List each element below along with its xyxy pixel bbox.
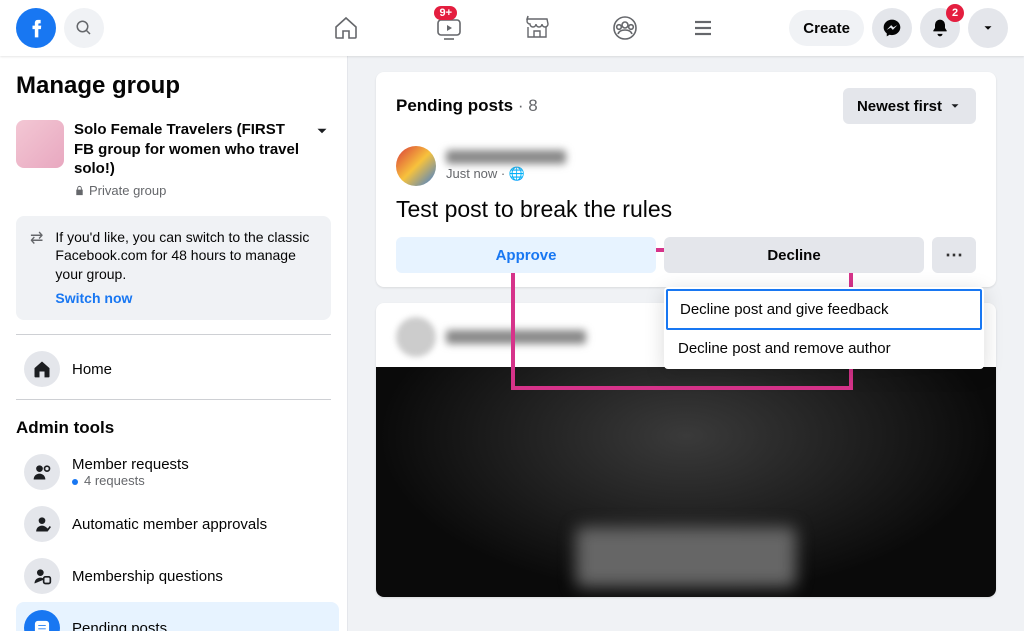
home-icon — [24, 351, 60, 387]
sort-dropdown[interactable]: Newest first — [843, 88, 976, 124]
group-avatar — [16, 120, 64, 168]
group-selector[interactable]: Solo Female Travelers (FIRST FB group fo… — [16, 114, 339, 206]
chevron-down-icon[interactable] — [313, 122, 331, 140]
switch-text: If you'd like, you can switch to the cla… — [55, 228, 317, 285]
switch-classic-card: ⇄ If you'd like, you can switch to the c… — [16, 216, 331, 321]
decline-remove-author-option[interactable]: Decline post and remove author — [666, 330, 982, 367]
approve-button[interactable]: Approve — [396, 237, 656, 273]
sidebar-title: Manage group — [16, 72, 339, 100]
post-more-button[interactable]: ⋯ — [932, 237, 976, 273]
lock-icon — [74, 185, 85, 196]
watch-badge: 9+ — [434, 6, 457, 20]
search-button[interactable] — [64, 8, 104, 48]
admin-tools-heading: Admin tools — [16, 408, 339, 446]
chevron-down-icon — [948, 99, 962, 113]
divider — [16, 334, 331, 335]
account-dropdown-button[interactable] — [968, 8, 1008, 48]
pending-posts-card: Pending posts · 8 Newest first Just now … — [376, 72, 996, 287]
sidebar-item-label: Home — [72, 361, 112, 378]
create-button[interactable]: Create — [789, 10, 864, 46]
group-privacy: Private group — [74, 183, 331, 198]
messenger-button[interactable] — [872, 8, 912, 48]
sidebar: Manage group Solo Female Travelers (FIRS… — [0, 56, 348, 631]
divider — [16, 399, 331, 400]
post-body: Test post to break the rules — [396, 196, 976, 223]
sidebar-item-pending-posts[interactable]: Pending posts — [16, 602, 339, 631]
decline-feedback-option[interactable]: Decline post and give feedback — [666, 289, 982, 330]
sidebar-item-membership-questions[interactable]: Membership questions — [16, 550, 339, 602]
auto-approvals-icon — [24, 506, 60, 542]
top-navbar: 9+ Create 2 — [0, 0, 1024, 56]
nav-groups[interactable] — [585, 0, 665, 56]
post-image[interactable] — [376, 367, 996, 597]
pending-posts-icon — [24, 610, 60, 631]
switch-now-link[interactable]: Switch now — [55, 290, 132, 306]
switch-icon: ⇄ — [30, 228, 43, 309]
sidebar-item-home[interactable]: Home — [16, 343, 339, 395]
sidebar-item-label: Automatic member approvals — [72, 516, 267, 533]
sidebar-item-label: Pending posts — [72, 620, 167, 631]
facebook-logo[interactable] — [16, 8, 56, 48]
nav-right: Create 2 — [789, 8, 1008, 48]
post-actions: Approve Decline ⋯ Decline post and give … — [396, 237, 976, 273]
blurred-content — [576, 527, 796, 587]
nav-watch[interactable]: 9+ — [409, 0, 489, 56]
sidebar-item-auto-approvals[interactable]: Automatic member approvals — [16, 498, 339, 550]
sidebar-item-member-requests[interactable]: Member requests 4 requests — [16, 446, 339, 498]
pending-posts-title: Pending posts · 8 — [396, 96, 538, 116]
member-requests-icon — [24, 454, 60, 490]
post-timestamp: Just now · 🌐 — [446, 166, 566, 182]
sidebar-item-sub: 4 requests — [72, 473, 189, 488]
post-author-avatar[interactable] — [396, 146, 436, 186]
nav-menu[interactable] — [673, 0, 733, 56]
nav-center: 9+ — [291, 0, 733, 56]
nav-marketplace[interactable] — [497, 0, 577, 56]
notifications-button[interactable]: 2 — [920, 8, 960, 48]
nav-home[interactable] — [291, 0, 401, 56]
post-author-avatar[interactable] — [396, 317, 436, 357]
sidebar-item-label: Membership questions — [72, 568, 223, 585]
decline-dropdown: Decline post and give feedback Decline p… — [664, 287, 984, 369]
notification-badge: 2 — [946, 4, 964, 22]
sidebar-item-label: Member requests — [72, 456, 189, 473]
decline-button[interactable]: Decline — [664, 237, 924, 273]
membership-questions-icon — [24, 558, 60, 594]
main-content: Pending posts · 8 Newest first Just now … — [348, 56, 1024, 631]
group-name: Solo Female Travelers (FIRST FB group fo… — [74, 120, 331, 179]
pending-post: Just now · 🌐 Test post to break the rule… — [396, 146, 976, 287]
post-author-name[interactable] — [446, 150, 566, 164]
post-author-name[interactable] — [446, 330, 586, 344]
